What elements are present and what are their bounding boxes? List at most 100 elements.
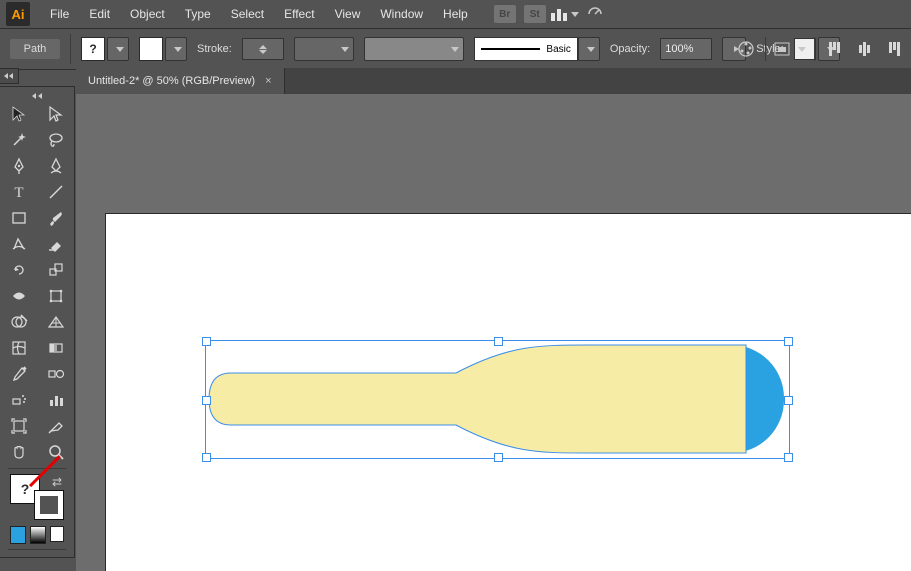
slice-tool[interactable] [37, 413, 74, 439]
brush-name: Basic [546, 44, 570, 55]
handle-n[interactable] [494, 337, 503, 346]
scale-tool[interactable] [37, 257, 74, 283]
menu-effect[interactable]: Effect [274, 0, 324, 28]
column-graph-tool[interactable] [37, 387, 74, 413]
eraser-tool[interactable] [37, 231, 74, 257]
brush-definition[interactable]: Basic [474, 37, 600, 61]
align-right-icon[interactable] [883, 38, 905, 60]
color-mode-none[interactable] [50, 526, 64, 542]
direct-selection-tool[interactable] [37, 101, 74, 127]
color-mode-solid[interactable] [10, 526, 26, 544]
close-icon[interactable]: × [265, 75, 271, 87]
fill-dropdown[interactable] [107, 37, 129, 61]
artboard-tool[interactable] [0, 413, 37, 439]
chevron-down-icon [451, 47, 459, 52]
stroke-profile-dropdown[interactable] [294, 37, 354, 61]
handle-nw[interactable] [202, 337, 211, 346]
stroke-label: Stroke: [197, 43, 232, 55]
chevron-down-icon [798, 47, 806, 52]
menu-view[interactable]: View [325, 0, 371, 28]
brush-preview[interactable]: Basic [474, 37, 578, 61]
gpu-performance-icon[interactable] [584, 3, 606, 25]
menu-edit[interactable]: Edit [79, 0, 120, 28]
stroke-control[interactable] [139, 37, 187, 61]
align-center-icon[interactable] [853, 38, 875, 60]
opacity-label: Opacity: [610, 43, 650, 55]
menu-right-icons: Br St [494, 3, 606, 25]
no-stroke-icon[interactable] [139, 37, 163, 61]
color-mode-row [0, 524, 74, 546]
selection-bounding-box[interactable] [205, 340, 790, 459]
lasso-tool[interactable] [37, 127, 74, 153]
line-segment-tool[interactable] [37, 179, 74, 205]
separator [70, 34, 71, 64]
align-to-dropdown[interactable] [774, 38, 806, 60]
selection-tool[interactable] [0, 101, 37, 127]
tools-panel-grip[interactable] [0, 91, 74, 101]
document-tab-title: Untitled-2* @ 50% (RGB/Preview) [88, 75, 255, 87]
hand-tool[interactable] [0, 439, 37, 465]
control-bar: Path ? Stroke: Basic Opacity: 100% Style… [0, 29, 911, 70]
menu-file[interactable]: File [40, 0, 79, 28]
shape-builder-tool[interactable] [0, 309, 37, 335]
fill-swatch[interactable]: ? [81, 37, 105, 61]
document-stage[interactable] [76, 94, 911, 571]
control-right-group [735, 29, 905, 69]
arrange-documents-icon [551, 7, 567, 21]
stroke-dropdown[interactable] [165, 37, 187, 61]
menu-object[interactable]: Object [120, 0, 175, 28]
pen-tool[interactable] [0, 153, 37, 179]
fill-stroke-control[interactable]: ? ⇄ [0, 472, 74, 524]
document-tab[interactable]: Untitled-2* @ 50% (RGB/Preview) × [76, 68, 285, 94]
magic-wand-tool[interactable] [0, 127, 37, 153]
handle-e[interactable] [784, 396, 793, 405]
gradient-tool[interactable] [37, 335, 74, 361]
rectangle-tool[interactable] [0, 205, 37, 231]
shaper-tool[interactable] [0, 231, 37, 257]
color-mode-gradient[interactable] [30, 526, 46, 544]
chevron-down-icon [587, 47, 595, 52]
variable-width-profile[interactable] [364, 37, 464, 61]
menu-type[interactable]: Type [175, 0, 221, 28]
arrange-documents-button[interactable] [554, 3, 576, 25]
chevron-down-icon [174, 47, 182, 52]
handle-sw[interactable] [202, 453, 211, 462]
svg-text:T: T [14, 185, 23, 201]
mesh-tool[interactable] [0, 335, 37, 361]
opacity-input[interactable]: 100% [660, 38, 712, 60]
bridge-icon[interactable]: Br [494, 5, 516, 23]
symbol-sprayer-tool[interactable] [0, 387, 37, 413]
perspective-grid-tool[interactable] [37, 309, 74, 335]
swap-fill-stroke-icon[interactable]: ⇄ [52, 475, 62, 489]
handle-s[interactable] [494, 453, 503, 462]
eyedropper-tool[interactable] [0, 361, 37, 387]
paintbrush-tool[interactable] [37, 205, 74, 231]
document-tab-bar: Untitled-2* @ 50% (RGB/Preview) × [76, 68, 911, 95]
document-setup-icon [774, 42, 792, 56]
app-logo: Ai [6, 2, 30, 26]
stroke-weight-stepper[interactable] [242, 38, 284, 60]
align-left-icon[interactable] [823, 38, 845, 60]
stock-icon[interactable]: St [524, 5, 546, 23]
menu-window[interactable]: Window [370, 0, 433, 28]
recolor-artwork-icon[interactable] [735, 38, 757, 60]
rotate-tool[interactable] [0, 257, 37, 283]
menu-select[interactable]: Select [221, 0, 274, 28]
stroke-swatch-large[interactable] [34, 490, 64, 520]
artboard[interactable] [106, 214, 911, 571]
curvature-tool[interactable] [37, 153, 74, 179]
handle-se[interactable] [784, 453, 793, 462]
separator [814, 37, 815, 61]
panel-collapse-handle[interactable] [0, 68, 19, 84]
free-transform-tool[interactable] [37, 283, 74, 309]
handle-w[interactable] [202, 396, 211, 405]
width-tool[interactable] [0, 283, 37, 309]
handle-ne[interactable] [784, 337, 793, 346]
menu-help[interactable]: Help [433, 0, 478, 28]
chevron-down-icon [571, 12, 579, 17]
selection-type-indicator: Path [10, 39, 60, 59]
fill-control[interactable]: ? [81, 37, 129, 61]
type-tool[interactable]: T [0, 179, 37, 205]
blend-tool[interactable] [37, 361, 74, 387]
brush-dropdown[interactable] [578, 37, 600, 61]
